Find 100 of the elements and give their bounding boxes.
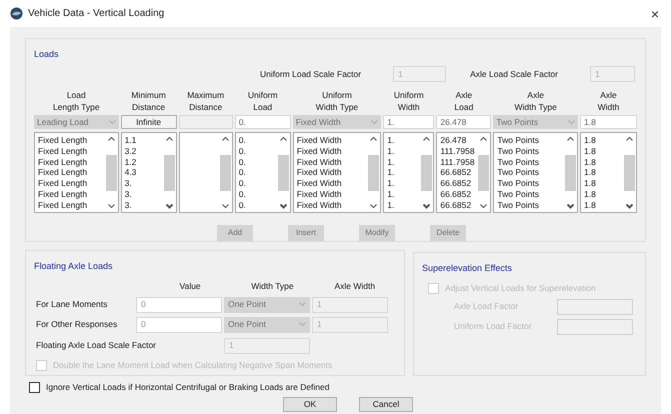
list-item[interactable]: Two Points [497, 178, 564, 189]
list-item[interactable]: 0. [238, 167, 277, 178]
list-item[interactable]: 1.8 [584, 188, 624, 200]
list-item[interactable]: 66.6852 [440, 200, 478, 211]
list-box[interactable]: 1.8 1.8 1.8 1.8 1.8 1.8 1.8 [580, 132, 638, 213]
scroll-up-icon[interactable] [108, 136, 115, 141]
window-title: Vehicle Data - Vertical Loading [28, 7, 164, 21]
input-field[interactable]: 26.478 [436, 115, 492, 129]
scroll-down-icon[interactable] [108, 204, 115, 209]
scroll-down-icon[interactable] [480, 204, 488, 209]
row-label: For Lane Moments [35, 298, 108, 312]
scroll-up-icon[interactable] [423, 136, 430, 141]
list-item[interactable]: 66.6852 [440, 188, 478, 200]
list-item[interactable]: 3.2 [124, 146, 163, 157]
list-item[interactable]: 1. [387, 146, 420, 157]
scroll-up-icon[interactable] [166, 136, 173, 141]
list-item[interactable]: 1.1 [124, 135, 163, 146]
list-item[interactable]: Fixed Width [296, 200, 368, 211]
row-label: Floating Axle Load Scale Factor [35, 339, 158, 352]
list-item[interactable]: 1. [387, 200, 420, 211]
list-item[interactable]: Two Points [497, 167, 564, 178]
scroll-down-icon[interactable] [423, 204, 430, 209]
list-item[interactable]: 1. [387, 156, 420, 168]
list-item[interactable]: 0. [238, 146, 277, 157]
infinite-button[interactable]: Infinite [120, 115, 177, 129]
list-box[interactable]: 1.1 3.2 1.2 4.3 3. 3. 3. [120, 132, 177, 213]
list-item[interactable]: Fixed Length [38, 178, 105, 189]
list-item[interactable]: 1. [387, 167, 420, 178]
list-item[interactable]: Fixed Length [38, 135, 105, 146]
list-item[interactable]: 1.8 [584, 135, 624, 146]
input-field[interactable]: 1. [383, 115, 434, 129]
list-item[interactable]: 3. [124, 178, 163, 189]
list-item[interactable]: Two Points [497, 188, 564, 200]
column-header: Uniform Width Type [314, 89, 360, 114]
list-item[interactable]: 1. [387, 135, 420, 146]
dialog-button[interactable]: OK [283, 396, 337, 412]
list-item[interactable]: Fixed Width [296, 146, 368, 157]
list-item[interactable]: 4.3 [124, 167, 163, 178]
list-item[interactable]: 26.478 [440, 135, 478, 146]
list-item[interactable]: Two Points [497, 146, 564, 157]
scroll-down-icon[interactable] [626, 204, 634, 209]
scroll-up-icon[interactable] [480, 136, 488, 141]
list-item[interactable]: 0. [238, 188, 277, 200]
list-item[interactable]: Fixed Width [296, 188, 368, 200]
list-box[interactable]: Fixed Length Fixed Length Fixed Length Fixed Length Fixed Length Fixed Length Fixed Length [34, 132, 119, 213]
list-item[interactable]: 0. [238, 156, 277, 168]
list-item[interactable]: Fixed Length [38, 188, 105, 200]
list-item[interactable]: Fixed Width [296, 167, 368, 178]
list-box[interactable]: Fixed Width Fixed Width Fixed Width Fixed Width Fixed Width Fixed Width Fixed Width [292, 132, 382, 213]
list-box[interactable]: 0. 0. 0. 0. 0. 0. 0. [234, 132, 291, 213]
list-item[interactable]: 111.7958 [440, 146, 478, 157]
column-header: Uniform Load [246, 89, 279, 114]
list-item[interactable]: 111.7958 [440, 156, 478, 168]
list-item[interactable]: Fixed Width [296, 156, 368, 168]
scroll-down-icon[interactable] [280, 204, 287, 209]
list-item[interactable]: Two Points [497, 156, 564, 168]
list-item[interactable]: Fixed Width [296, 135, 368, 146]
list-item[interactable]: Fixed Length [38, 200, 105, 211]
list-item[interactable]: Fixed Length [38, 167, 105, 178]
input-field[interactable]: 0. [234, 115, 291, 129]
list-box[interactable]: 1. 1. 1. 1. 1. 1. 1. [383, 132, 434, 213]
list-item[interactable]: 3. [124, 188, 163, 200]
list-item[interactable]: 0. [238, 178, 277, 189]
list-item[interactable]: 1.8 [584, 156, 624, 168]
list-item[interactable]: Fixed Length [38, 156, 105, 168]
list-box[interactable]: 26.478 111.7958 111.7958 66.6852 66.6852 66.6852 66.6852 [436, 132, 492, 213]
row-label: For Other Responses [35, 318, 118, 332]
dialog-button[interactable]: Cancel [359, 396, 413, 412]
list-item[interactable]: Fixed Width [296, 178, 368, 189]
list-item[interactable]: Fixed Length [38, 146, 105, 157]
list-item[interactable]: 1. [387, 188, 420, 200]
list-item[interactable]: 1.8 [584, 146, 624, 157]
list-item[interactable]: 0. [238, 135, 277, 146]
column-header: Width Type [250, 280, 295, 293]
list-item[interactable]: 66.6852 [440, 178, 478, 189]
scroll-down-icon[interactable] [566, 204, 574, 209]
scroll-up-icon[interactable] [626, 136, 634, 141]
scroll-down-icon[interactable] [370, 204, 378, 209]
checkbox-label: Ignore Vertical Loads if Horizontal Centrifugal or Braking Loads are Defined [46, 381, 330, 394]
scroll-down-icon[interactable] [222, 204, 229, 209]
list-item[interactable]: 1.8 [584, 178, 624, 189]
close-button[interactable]: × [650, 6, 659, 20]
input-field[interactable]: 1.8 [580, 115, 638, 129]
scroll-up-icon[interactable] [566, 136, 574, 141]
list-item[interactable]: 1.8 [584, 167, 624, 178]
column-header: Load Length Type [52, 89, 101, 114]
scroll-up-icon[interactable] [222, 136, 229, 141]
list-item[interactable]: 0. [238, 200, 277, 211]
list-box[interactable]: Two Points Two Points Two Points Two Points Two Points Two Points Two Points [493, 132, 578, 213]
list-item[interactable]: Two Points [497, 200, 564, 211]
list-item[interactable]: Two Points [497, 135, 564, 146]
list-item[interactable]: 1.8 [584, 200, 624, 211]
list-item[interactable]: 1.2 [124, 156, 163, 168]
scroll-up-icon[interactable] [280, 136, 287, 141]
list-item[interactable]: 66.6852 [440, 167, 478, 178]
list-item[interactable]: 3. [124, 200, 163, 211]
scroll-up-icon[interactable] [370, 136, 378, 141]
list-item[interactable]: 1. [387, 178, 420, 189]
scroll-down-icon[interactable] [166, 204, 173, 209]
checkbox[interactable] [29, 382, 40, 393]
